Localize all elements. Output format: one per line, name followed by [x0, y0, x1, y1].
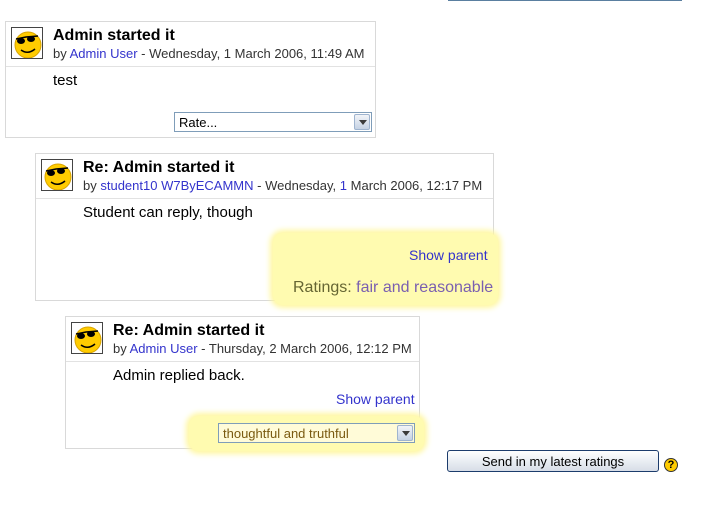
- post-subject: Re: Admin started it: [113, 322, 265, 339]
- post-message: Admin replied back.: [113, 367, 245, 384]
- forum-post-1: Admin started it by Admin User - Wednesd…: [5, 21, 376, 138]
- author-link[interactable]: Admin User: [70, 46, 138, 61]
- ratings-summary: Ratings: fair and reasonable: [293, 279, 493, 297]
- post-date-day-link[interactable]: 1: [340, 178, 347, 193]
- post-date-prefix: Wednesday,: [265, 178, 337, 193]
- rate-select[interactable]: Rate...: [174, 112, 372, 132]
- post-date: Thursday, 2 March 2006, 12:12 PM: [208, 341, 412, 356]
- forum-post-2: Re: Admin started it by student10 W7ByEC…: [35, 153, 498, 305]
- post-byline: by Admin User - Thursday, 2 March 2006, …: [113, 341, 412, 356]
- top-divider-line: [448, 0, 682, 1]
- post-header: Admin started it by Admin User - Wednesd…: [6, 22, 375, 67]
- post-message: Student can reply, though: [83, 204, 253, 221]
- show-parent-link[interactable]: Show parent: [336, 391, 415, 407]
- rate-select-value: thoughtful and truthful: [223, 426, 349, 441]
- author-link[interactable]: Admin User: [130, 341, 198, 356]
- byline-separator: -: [253, 178, 266, 193]
- help-icon[interactable]: ?: [664, 458, 678, 472]
- byline-by: by: [83, 178, 97, 193]
- chevron-down-icon[interactable]: [354, 114, 370, 130]
- byline-by: by: [53, 46, 67, 61]
- user-avatar-icon[interactable]: [71, 322, 103, 354]
- rate-select[interactable]: thoughtful and truthful: [218, 423, 415, 443]
- chevron-down-icon[interactable]: [397, 425, 413, 441]
- byline-separator: -: [137, 46, 150, 61]
- byline-separator: -: [197, 341, 209, 356]
- post-header: Re: Admin started it by student10 W7ByEC…: [36, 154, 493, 199]
- post-subject: Re: Admin started it: [83, 159, 235, 176]
- forum-post-3: Re: Admin started it by Admin User - Thu…: [65, 316, 424, 451]
- show-parent-link[interactable]: Show parent: [409, 247, 488, 263]
- post-header: Re: Admin started it by Admin User - Thu…: [66, 317, 419, 362]
- ratings-label: Ratings:: [293, 279, 352, 296]
- post-message: test: [53, 72, 78, 89]
- byline-by: by: [113, 341, 127, 356]
- post-byline: by student10 W7ByECAMMN - Wednesday, 1 M…: [83, 178, 482, 193]
- user-avatar-icon[interactable]: [41, 159, 73, 191]
- post-date-suffix: March 2006, 12:17 PM: [350, 178, 483, 193]
- post-byline: by Admin User - Wednesday, 1 March 2006,…: [53, 46, 364, 61]
- post-date: Wednesday, 1 March 2006, 11:49 AM: [149, 46, 365, 61]
- ratings-value-link[interactable]: fair and reasonable: [356, 279, 493, 296]
- rate-select-value: Rate...: [179, 115, 218, 130]
- send-ratings-button[interactable]: Send in my latest ratings: [447, 450, 659, 472]
- post-subject: Admin started it: [53, 27, 175, 44]
- author-link[interactable]: student10 W7ByECAMMN: [100, 178, 253, 193]
- user-avatar-icon[interactable]: [11, 27, 43, 59]
